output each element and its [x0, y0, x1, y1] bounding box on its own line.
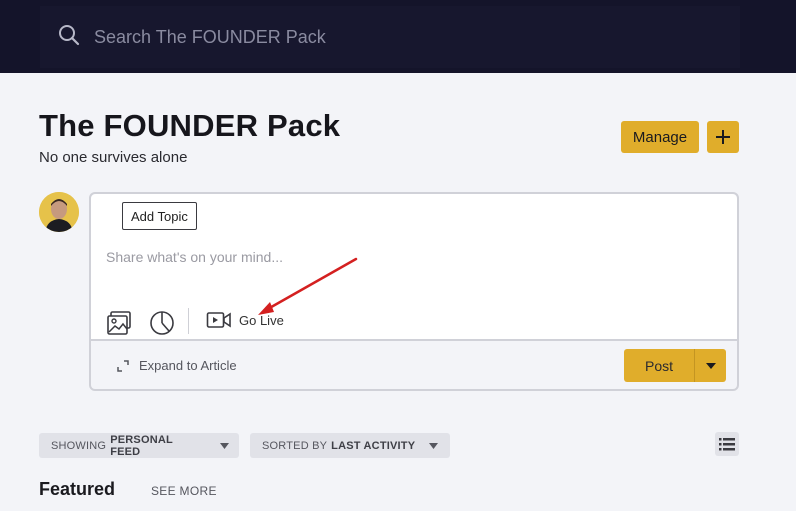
sort-prefix: SORTED BY	[262, 439, 328, 452]
list-view-icon	[719, 438, 735, 451]
add-topic-button[interactable]: Add Topic	[122, 202, 197, 230]
expand-to-article-button[interactable]: Expand to Article	[116, 358, 237, 373]
add-image-button[interactable]	[106, 310, 132, 336]
go-live-button[interactable]: Go Live	[206, 310, 284, 330]
post-options-button[interactable]	[694, 349, 726, 382]
sort-value: LAST ACTIVITY	[331, 439, 416, 452]
feed-filter-value: PERSONAL FEED	[110, 433, 173, 458]
share-input[interactable]	[106, 249, 706, 265]
manage-button[interactable]: Manage	[621, 121, 699, 153]
plus-icon	[716, 130, 730, 144]
group-tagline: No one survives alone	[39, 149, 188, 166]
expand-label: Expand to Article	[139, 358, 237, 373]
sort-dropdown[interactable]: SORTED BY LAST ACTIVITY	[250, 433, 450, 458]
list-view-button[interactable]	[715, 432, 739, 456]
see-more-link[interactable]: SEE MORE	[151, 484, 217, 498]
go-live-label: Go Live	[239, 312, 284, 328]
composer-editor: Add Topic Go Live	[91, 194, 737, 341]
toolbar-divider	[188, 308, 189, 334]
avatar[interactable]	[39, 192, 79, 232]
add-button[interactable]	[707, 121, 739, 153]
search-bar[interactable]	[40, 6, 740, 68]
post-button[interactable]: Post	[624, 349, 694, 382]
caret-down-icon	[429, 442, 439, 449]
poll-icon	[150, 311, 174, 335]
search-icon	[40, 24, 80, 51]
caret-down-icon	[705, 362, 716, 369]
expand-icon	[117, 359, 129, 372]
add-poll-button[interactable]	[149, 310, 175, 336]
caret-down-icon	[220, 442, 229, 449]
feed-filter-dropdown[interactable]: SHOWING PERSONAL FEED	[39, 433, 239, 458]
post-button-group: Post	[624, 349, 726, 382]
search-input[interactable]	[94, 26, 654, 48]
featured-heading: Featured	[39, 479, 116, 499]
image-icon	[107, 311, 131, 335]
post-composer: Add Topic Go Live	[89, 192, 739, 391]
feed-filter-prefix: SHOWING	[51, 439, 107, 452]
top-bar	[0, 0, 796, 73]
video-icon	[206, 312, 231, 328]
page-title: The FOUNDER Pack	[39, 108, 341, 143]
